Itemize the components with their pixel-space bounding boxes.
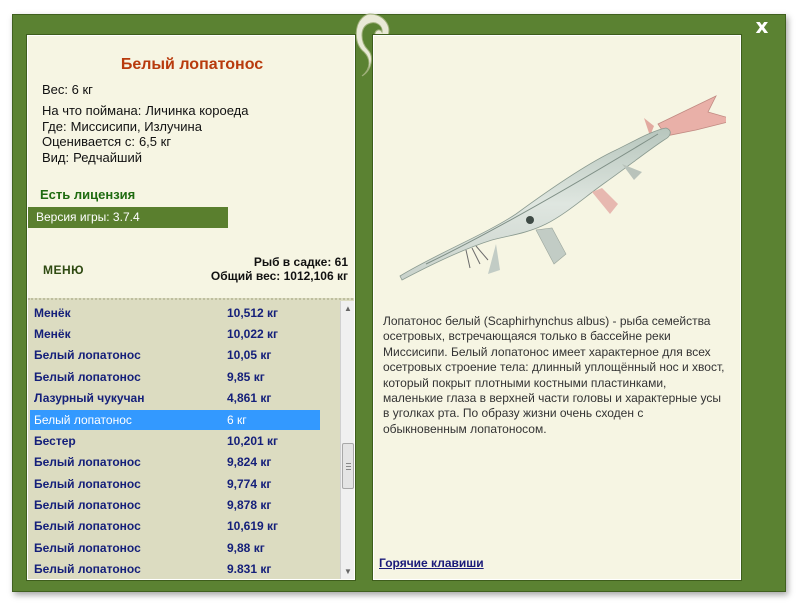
fish-details-panel: Белый лопатонос Вес: 6 кг На что поймана… <box>26 34 356 581</box>
list-item-selected[interactable]: Белый лопатонос 6 кг <box>30 410 320 430</box>
total-weight: Общий вес: 1012,106 кг <box>210 269 348 283</box>
info-location: Где: Миссисипи, Излучина <box>42 118 202 134</box>
scroll-down-arrow-icon[interactable]: ▼ <box>341 565 354 579</box>
hotkeys-link[interactable]: Горячие клавиши <box>379 556 484 570</box>
scroll-thumb[interactable] <box>342 443 354 489</box>
list-item[interactable]: Белый лопатонос 9,85 кг <box>30 367 320 387</box>
list-item[interactable]: Бестер 10,201 кг <box>30 431 320 451</box>
catch-list-scrollbar[interactable]: ▲ ▼ <box>340 301 354 579</box>
fish-info-list: На что поймана: Личинка короеда Где: Мисси… <box>42 103 248 165</box>
catch-list: Менёк 10,512 кг Менёк 10,022 кг Белый лопа… <box>28 298 354 579</box>
scroll-up-arrow-icon[interactable]: ▲ <box>341 302 354 316</box>
info-bait: На что поймана: Личинка короеда <box>42 103 249 118</box>
fish-description-panel: Лопатонос белый (Scaphirhynchus albus) -… <box>372 34 742 581</box>
list-item[interactable]: Белый лопатонос 9,824 кг <box>30 452 320 472</box>
list-item[interactable]: Белый лопатонос 9,774 кг <box>30 474 320 494</box>
fish-image <box>399 95 726 281</box>
game-version-bar: Версия игры: 3.7.4 <box>28 207 228 228</box>
list-item[interactable]: Белый лопатонос 9,88 кг <box>30 538 320 558</box>
close-button[interactable]: x <box>752 16 772 36</box>
list-item[interactable]: Белый лопатонос 10,619 кг <box>30 516 320 536</box>
license-status: Есть лицензия <box>40 187 136 202</box>
list-item[interactable]: Белый лопатонос 9.831 кг <box>30 559 320 579</box>
fish-name-title: Белый лопатонос <box>120 56 264 73</box>
fish-description-text: Лопатонос белый (Scaphirhynchus albus) -… <box>383 314 725 436</box>
fish-weight: Вес: 6 кг <box>42 82 93 97</box>
info-valued-from: Оценивается с: 6,5 кг <box>42 134 172 149</box>
list-item[interactable]: Белый лопатонос 9,878 кг <box>30 495 320 515</box>
list-item[interactable]: Белый лопатонос 10,05 кг <box>30 345 320 365</box>
menu-button[interactable]: МЕНЮ <box>43 263 84 277</box>
keepnet-stats: Рыб в садке: 61 Общий вес: 1012,106 кг <box>211 255 348 283</box>
list-item[interactable]: Лазурный чукучан 4,861 кг <box>30 388 320 408</box>
fish-count: Рыб в садке: 61 <box>253 255 348 269</box>
info-rarity: Вид: Редчайший <box>42 149 142 165</box>
list-item[interactable]: Менёк 10,022 кг <box>30 324 320 344</box>
list-item[interactable]: Менёк 10,512 кг <box>30 303 320 323</box>
